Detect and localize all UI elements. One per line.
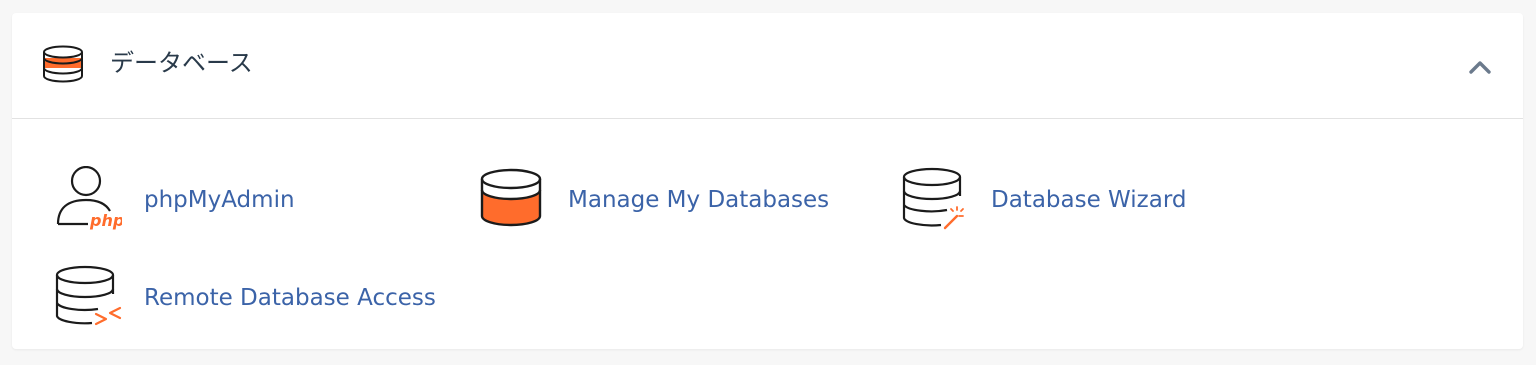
svg-text:php: php (89, 211, 122, 230)
item-label: Database Wizard (991, 187, 1187, 213)
database-icon (478, 166, 546, 234)
item-database-wizard[interactable]: Database Wizard (901, 166, 1221, 236)
item-manage-my-databases[interactable]: Manage My Databases (478, 166, 858, 236)
item-phpmyadmin[interactable]: php phpMyAdmin (54, 165, 414, 236)
section-title: データベース (110, 49, 253, 77)
item-remote-database-access[interactable]: Remote Database Access (54, 264, 474, 334)
chevron-up-icon[interactable] (1466, 53, 1494, 81)
databases-panel: データベース php phpMyAdmin Manage My Database… (12, 13, 1523, 349)
remote-database-icon (54, 264, 122, 332)
item-label: Manage My Databases (568, 187, 830, 213)
panel-header[interactable]: データベース (12, 13, 1523, 119)
item-label: phpMyAdmin (144, 187, 295, 213)
database-icon (41, 45, 85, 85)
database-wizard-icon (901, 166, 969, 234)
phpmyadmin-user-icon: php (54, 165, 124, 234)
item-label: Remote Database Access (144, 285, 436, 311)
